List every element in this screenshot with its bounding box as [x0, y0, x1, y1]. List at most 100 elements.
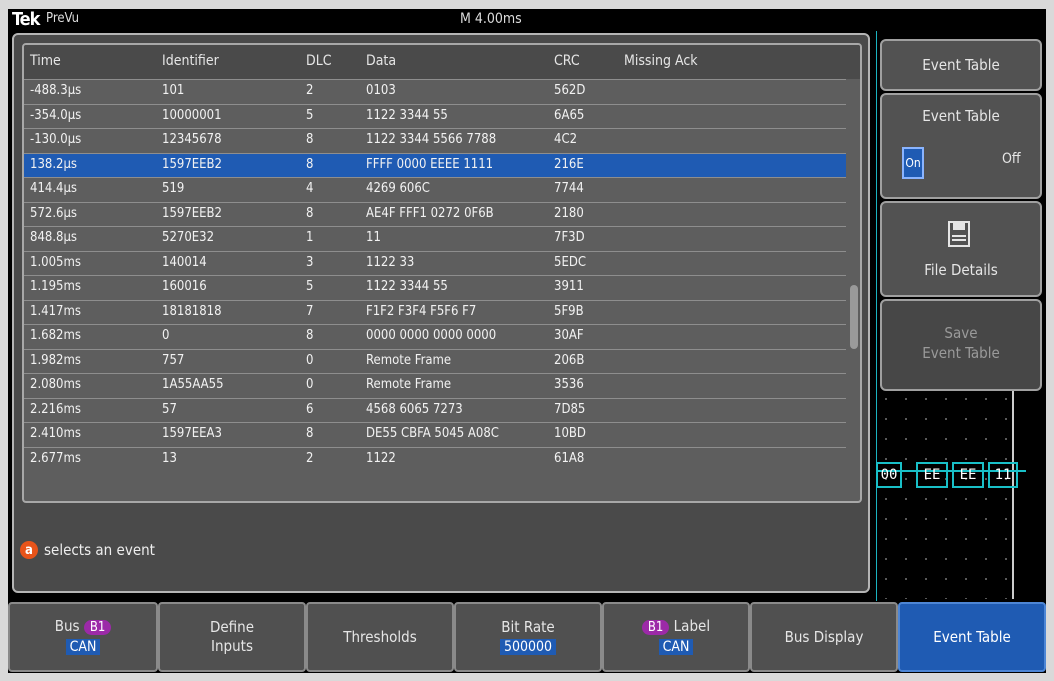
table-row[interactable]: -354.0µs 10000001 5 1122 3344 55 6A65: [24, 103, 846, 129]
bitrate-label: Bit Rate: [501, 617, 555, 636]
table-row[interactable]: 1.682ms 0 8 0000 0000 0000 0000 30AF: [24, 324, 846, 349]
cell-time: 1.417ms: [30, 303, 81, 319]
cell-dlc: 8: [306, 426, 314, 441]
cell-identifier: 519: [162, 181, 185, 196]
table-row[interactable]: 1.005ms 140014 3 1122 33 5EDC: [24, 250, 846, 276]
table-row[interactable]: 1.195ms 160016 5 1122 3344 55 3911: [24, 275, 846, 300]
cell-data: FFFF 0000 EEEE 1111: [366, 156, 494, 172]
tek-logo: Tek: [12, 9, 40, 30]
cell-time: 2.080ms: [30, 377, 81, 392]
toggle-label: Event Table: [922, 107, 1000, 125]
label-value: CAN: [658, 639, 694, 655]
save-label-line2: Event Table: [922, 344, 1000, 362]
column-header-dlc: DLC: [306, 53, 332, 69]
cell-time: 138.2µs: [30, 156, 78, 172]
table-row[interactable]: -130.0µs 12345678 8 1122 3344 5566 7788 4C2: [24, 128, 846, 153]
table-header: Time Identifier DLC Data CRC Missing Ack: [24, 45, 860, 79]
table-row[interactable]: 414.4µs 519 4 4269 606C 7744: [24, 177, 846, 202]
cell-identifier: 12345678: [162, 132, 222, 147]
file-details-button[interactable]: File Details: [880, 201, 1042, 297]
column-header-time: Time: [30, 53, 61, 69]
bus-display-button[interactable]: Bus Display: [750, 602, 898, 672]
cell-identifier: 1597EEB2: [162, 156, 222, 172]
cell-identifier: 5270E32: [162, 230, 215, 245]
bus-display-label: Bus Display: [784, 627, 864, 646]
cell-crc: 10BD: [554, 426, 586, 441]
cell-data: Remote Frame: [366, 352, 452, 368]
bitrate-value: 500000: [499, 638, 557, 655]
table-row[interactable]: 2.677ms 13 2 1122 61A8: [24, 446, 846, 472]
define-inputs-button[interactable]: Define Inputs: [158, 602, 306, 672]
table-row[interactable]: 1.417ms 18181818 7 F1F2 F3F4 F5F6 F7 5F9B: [24, 299, 846, 325]
toggle-on[interactable]: On: [902, 147, 924, 179]
cell-time: 1.982ms: [30, 352, 81, 368]
event-table-button[interactable]: Event Table: [898, 602, 1046, 672]
column-header-data: Data: [366, 53, 397, 69]
table-row[interactable]: 572.6µs 1597EEB2 8 AE4F FFF1 0272 0F6B 2180: [24, 201, 846, 227]
status-bar: Tek PreVu M 4.00ms: [8, 9, 1046, 31]
cell-dlc: 8: [306, 132, 314, 147]
cell-crc: 216E: [554, 156, 584, 172]
cell-identifier: 10000001: [162, 107, 222, 123]
cell-identifier: 757: [162, 352, 185, 368]
cell-data: Remote Frame: [366, 377, 452, 392]
table-row[interactable]: 848.8µs 5270E32 1 11 7F3D: [24, 226, 846, 251]
bus-packet: EE: [952, 462, 984, 488]
cell-identifier: 140014: [162, 254, 207, 270]
side-menu-title-label: Event Table: [922, 56, 1000, 74]
cell-dlc: 4: [306, 181, 314, 196]
cell-time: 2.216ms: [30, 401, 81, 417]
column-header-crc: CRC: [554, 53, 580, 69]
toggle-off[interactable]: Off: [1002, 151, 1021, 167]
cell-crc: 2180: [554, 205, 584, 221]
cell-dlc: 2: [306, 450, 314, 466]
label-b1-badge: B1: [641, 620, 670, 635]
event-table-panel: Time Identifier DLC Data CRC Missing Ack…: [12, 33, 870, 593]
table-body: -488.3µs 101 2 0103 562D -354.0µs 10000001 5 112…: [24, 79, 846, 471]
cell-data: 1122 3344 55: [366, 107, 448, 123]
column-header-identifier: Identifier: [162, 53, 219, 69]
table-row[interactable]: 138.2µs 1597EEB2 8 FFFF 0000 EEEE 1111 216E: [24, 152, 846, 177]
table-scrollbar[interactable]: [850, 285, 858, 349]
bus-label: Bus: [54, 617, 80, 635]
cell-time: 2.677ms: [30, 450, 81, 466]
event-table[interactable]: Time Identifier DLC Data CRC Missing Ack…: [22, 43, 862, 503]
cell-data: 0103: [366, 83, 396, 98]
cell-crc: 206B: [554, 352, 585, 368]
file-details-label: File Details: [924, 261, 998, 279]
table-row[interactable]: 1.982ms 757 0 Remote Frame 206B: [24, 348, 846, 374]
cell-identifier: 57: [162, 401, 177, 417]
bus-packet: 11: [988, 462, 1018, 488]
thresholds-button[interactable]: Thresholds: [306, 602, 454, 672]
define-line1: Define: [209, 618, 255, 636]
save-event-table-button[interactable]: Save Event Table: [880, 299, 1042, 391]
save-label-line1: Save: [944, 324, 978, 342]
column-header-missing-ack: Missing Ack: [624, 53, 698, 69]
graticule-right-edge: [1012, 389, 1014, 599]
graticule-grid: [876, 389, 1024, 599]
cell-time: 1.005ms: [30, 254, 81, 270]
cell-data: F1F2 F3F4 F5F6 F7: [366, 303, 477, 319]
cell-crc: 562D: [554, 83, 586, 98]
bus-button[interactable]: Bus B1 CAN: [8, 602, 158, 672]
label-button[interactable]: B1 Label CAN: [602, 602, 750, 672]
cell-crc: 7744: [554, 181, 584, 196]
multipurpose-a-icon: a: [20, 541, 38, 559]
cell-crc: 5EDC: [554, 254, 587, 270]
side-menu-title: Event Table: [880, 39, 1042, 91]
table-row[interactable]: 2.080ms 1A55AA55 0 Remote Frame 3536: [24, 373, 846, 398]
cell-time: 848.8µs: [30, 230, 78, 245]
cell-data: DE55 CBFA 5045 A08C: [366, 426, 499, 441]
cell-identifier: 160016: [162, 279, 207, 294]
bit-rate-button[interactable]: Bit Rate 500000: [454, 602, 602, 672]
table-row[interactable]: -488.3µs 101 2 0103 562D: [24, 79, 846, 104]
bus-packet: EE: [916, 462, 948, 488]
cell-data: 1122: [366, 450, 396, 466]
cell-dlc: 5: [306, 279, 314, 294]
cell-identifier: 18181818: [162, 303, 222, 319]
timebase-readout: M 4.00ms: [460, 11, 522, 27]
table-row[interactable]: 2.410ms 1597EEA3 8 DE55 CBFA 5045 A08C 10BD: [24, 422, 846, 447]
event-table-toggle-button[interactable]: Event Table On Off: [880, 93, 1042, 199]
table-row[interactable]: 2.216ms 57 6 4568 6065 7273 7D85: [24, 397, 846, 423]
bus-value: CAN: [65, 639, 101, 655]
